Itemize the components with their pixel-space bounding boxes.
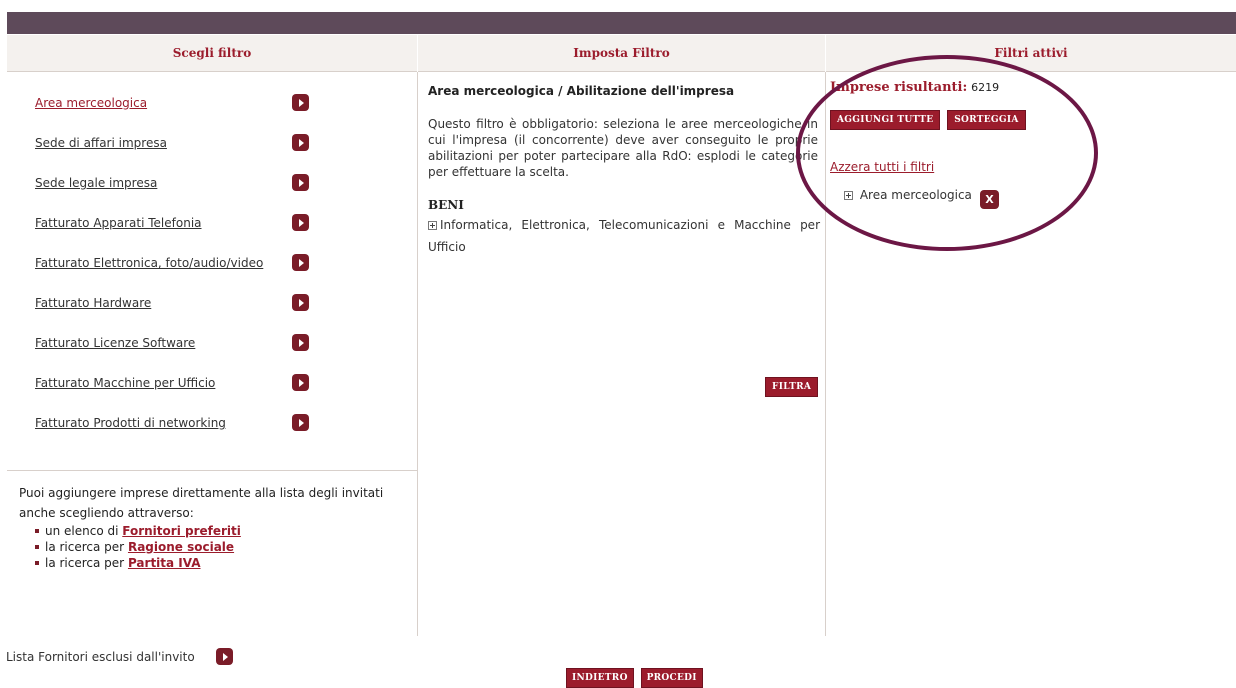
aggiungi-tutte-button[interactable]: AGGIUNGI TUTTE — [830, 110, 941, 130]
help-item-prefix: la ricerca per — [45, 556, 125, 570]
help-item-prefix: un elenco di — [45, 524, 119, 538]
remove-filter-icon[interactable]: X — [980, 190, 999, 209]
arrow-right-icon[interactable] — [292, 94, 309, 111]
filter-item-fatturato-hardware[interactable]: Fatturato Hardware — [35, 294, 325, 314]
arrow-right-icon[interactable] — [292, 374, 309, 391]
filter-link[interactable]: Area merceologica — [35, 96, 147, 110]
help-item: la ricerca per Ragione sociale — [35, 539, 417, 555]
filter-settings-column: Area merceologica / Abilitazione dell'im… — [418, 72, 826, 636]
help-item: la ricerca per Partita IVA — [35, 555, 417, 571]
ragione-sociale-link[interactable]: Ragione sociale — [128, 540, 234, 554]
navigation-buttons: INDIETRO PROCEDI — [566, 668, 706, 688]
filter-item-fatturato-licenze[interactable]: Fatturato Licenze Software — [35, 334, 325, 354]
arrow-right-icon[interactable] — [292, 254, 309, 271]
imprese-label: Imprese risultanti: — [830, 80, 968, 95]
filter-item-sede-legale[interactable]: Sede legale impresa — [35, 174, 325, 194]
help-item-prefix: la ricerca per — [45, 540, 125, 554]
azzera-filtri-link[interactable]: Azzera tutti i filtri — [830, 160, 934, 174]
help-box: Puoi aggiungere imprese direttamente all… — [7, 470, 417, 571]
partita-iva-link[interactable]: Partita IVA — [128, 556, 201, 570]
expand-icon[interactable] — [428, 221, 437, 230]
imprese-risultanti: Imprese risultanti: 6219 — [830, 80, 999, 95]
imprese-count: 6219 — [971, 81, 1000, 94]
filter-item-area-merceologica[interactable]: Area merceologica — [35, 94, 325, 114]
filter-link[interactable]: Sede legale impresa — [35, 176, 157, 190]
category-tree: Informatica, Elettronica, Telecomunicazi… — [428, 214, 820, 258]
arrow-right-icon[interactable] — [292, 134, 309, 151]
filter-item-fatturato-elettronica[interactable]: Fatturato Elettronica, foto/audio/video — [35, 254, 325, 274]
help-list: un elenco di Fornitori preferiti la rice… — [7, 523, 417, 571]
excluded-label: Lista Fornitori esclusi dall'invito — [6, 650, 195, 664]
arrow-right-icon[interactable] — [292, 294, 309, 311]
filter-item-fatturato-macchine[interactable]: Fatturato Macchine per Ufficio — [35, 374, 325, 394]
filter-link[interactable]: Fatturato Licenze Software — [35, 336, 195, 350]
help-item: un elenco di Fornitori preferiti — [35, 523, 417, 539]
filter-item-sede-affari[interactable]: Sede di affari impresa — [35, 134, 325, 154]
active-filter-label: Area merceologica — [859, 188, 972, 202]
expand-icon[interactable] — [844, 191, 853, 200]
filter-link[interactable]: Fatturato Apparati Telefonia — [35, 216, 202, 230]
header-imposta-label: Imposta Filtro — [573, 46, 670, 60]
section-title: Area merceologica / Abilitazione dell'im… — [428, 84, 735, 98]
filter-link[interactable]: Sede di affari impresa — [35, 136, 167, 150]
filter-description: Questo filtro è obbligatorio: seleziona … — [428, 117, 818, 179]
filter-list-column: Area merceologica Sede di affari impresa… — [7, 72, 418, 636]
active-filter-item[interactable]: Area merceologica — [844, 188, 972, 202]
procedi-button[interactable]: PROCEDI — [640, 668, 703, 688]
filter-link[interactable]: Fatturato Macchine per Ufficio — [35, 376, 215, 390]
tree-item-label[interactable]: Informatica, Elettronica, Telecomunicazi… — [428, 218, 820, 254]
sorteggia-button[interactable]: SORTEGGIA — [947, 110, 1026, 130]
group-label: BENI — [428, 198, 464, 212]
filter-item-fatturato-telefonia[interactable]: Fatturato Apparati Telefonia — [35, 214, 325, 234]
filter-link[interactable]: Fatturato Prodotti di networking — [35, 416, 226, 430]
arrow-right-icon[interactable] — [292, 214, 309, 231]
header-filtri-attivi: Filtri attivi — [826, 35, 1236, 72]
result-actions: AGGIUNGI TUTTE SORTEGGIA — [830, 110, 1029, 130]
active-filters-column: Imprese risultanti: 6219 AGGIUNGI TUTTE … — [826, 72, 1236, 636]
excluded-suppliers[interactable]: Lista Fornitori esclusi dall'invito — [6, 648, 233, 665]
filter-link[interactable]: Fatturato Elettronica, foto/audio/video — [35, 256, 263, 270]
header-attivi-label: Filtri attivi — [994, 46, 1068, 60]
top-bar — [7, 12, 1236, 34]
fornitori-preferiti-link[interactable]: Fornitori preferiti — [122, 524, 241, 538]
help-intro: Puoi aggiungere imprese direttamente all… — [19, 486, 384, 520]
header-scegli-filtro: Scegli filtro — [7, 35, 417, 72]
arrow-right-icon[interactable] — [292, 174, 309, 191]
filter-link[interactable]: Fatturato Hardware — [35, 296, 151, 310]
arrow-right-icon[interactable] — [292, 414, 309, 431]
header-scegli-label: Scegli filtro — [172, 46, 252, 60]
filtra-button[interactable]: FILTRA — [765, 377, 819, 397]
header-imposta-filtro: Imposta Filtro — [418, 35, 825, 72]
arrow-right-icon[interactable] — [216, 648, 233, 665]
filter-item-fatturato-networking[interactable]: Fatturato Prodotti di networking — [35, 414, 325, 434]
indietro-button[interactable]: INDIETRO — [566, 668, 634, 688]
arrow-right-icon[interactable] — [292, 334, 309, 351]
